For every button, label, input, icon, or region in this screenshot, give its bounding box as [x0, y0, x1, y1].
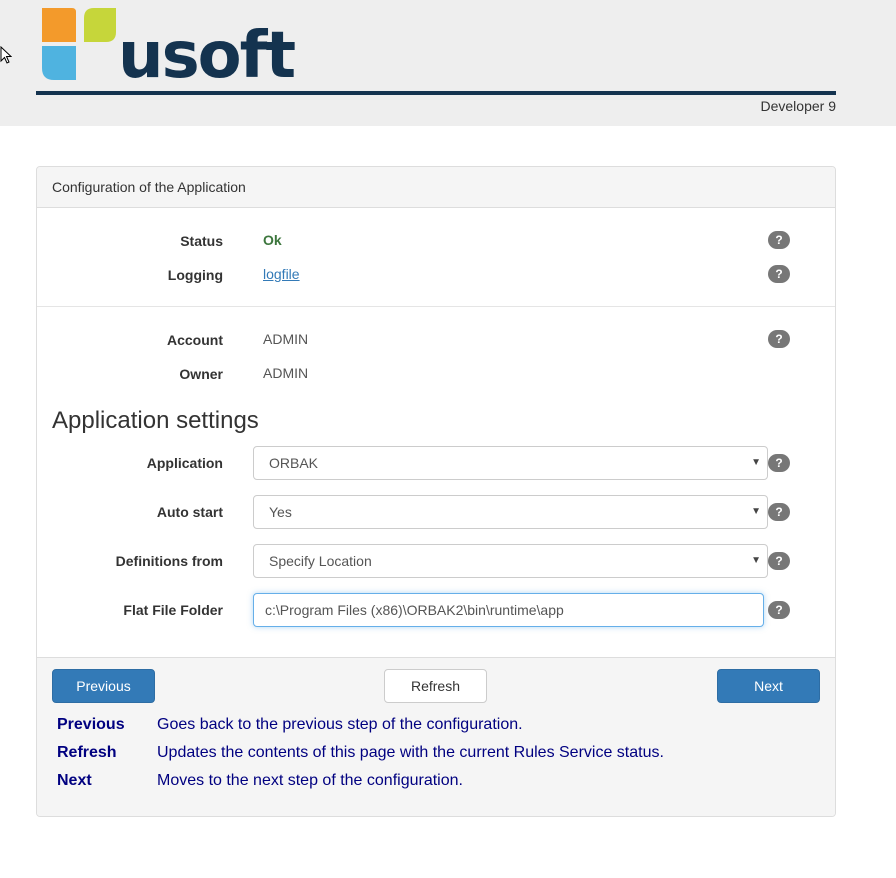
- autostart-select-value: Yes: [269, 504, 292, 520]
- status-value: Ok: [263, 232, 282, 248]
- owner-value: ADMIN: [263, 365, 309, 381]
- help-icon[interactable]: ?: [768, 601, 790, 619]
- divider: [37, 306, 835, 307]
- definitions-row: Definitions from Specify Location ▼ ?: [37, 544, 835, 578]
- status-row: Status Ok ?: [37, 224, 835, 258]
- autostart-select[interactable]: Yes ▼: [253, 495, 768, 529]
- header: usoft Developer 9: [0, 0, 896, 126]
- application-row: Application ORBAK ▼ ?: [37, 446, 835, 480]
- status-label: Status: [180, 233, 223, 249]
- account-label: Account: [167, 332, 223, 348]
- logo-mark: [42, 8, 116, 80]
- panel-title: Configuration of the Application: [37, 167, 835, 208]
- help-icon[interactable]: ?: [768, 330, 790, 348]
- help-desc: Moves to the next step of the configurat…: [157, 772, 463, 789]
- caret-down-icon: ▼: [751, 506, 761, 517]
- help-term: Refresh: [57, 744, 117, 761]
- refresh-button[interactable]: Refresh: [384, 669, 487, 703]
- application-select[interactable]: ORBAK ▼: [253, 446, 768, 480]
- section-title: Application settings: [52, 407, 259, 434]
- logging-row: Logging logfile ?: [37, 258, 835, 292]
- caret-down-icon: ▼: [751, 555, 761, 566]
- usoft-logo: usoft: [40, 6, 296, 88]
- header-rule: [36, 91, 836, 95]
- help-term: Previous: [57, 716, 125, 733]
- mouse-pointer-icon: [0, 46, 12, 64]
- application-label: Application: [146, 455, 223, 471]
- help-desc: Goes back to the previous step of the co…: [157, 716, 523, 733]
- help-icon[interactable]: ?: [768, 503, 790, 521]
- configuration-panel: Configuration of the Application Status …: [36, 166, 836, 817]
- help-icon[interactable]: ?: [768, 231, 790, 249]
- owner-label: Owner: [179, 366, 223, 382]
- next-button[interactable]: Next: [717, 669, 820, 703]
- flatfile-row: Flat File Folder c:\Program Files (x86)\…: [37, 593, 835, 627]
- autostart-label: Auto start: [156, 504, 223, 520]
- logo-wordmark: usoft: [118, 19, 296, 93]
- autostart-row: Auto start Yes ▼ ?: [37, 495, 835, 529]
- application-select-value: ORBAK: [269, 455, 319, 471]
- help-desc: Updates the contents of this page with t…: [157, 744, 664, 761]
- help-term: Next: [57, 772, 92, 789]
- definitions-select[interactable]: Specify Location ▼: [253, 544, 768, 578]
- help-icon[interactable]: ?: [768, 265, 790, 283]
- account-value: ADMIN: [263, 331, 309, 347]
- caret-down-icon: ▼: [751, 457, 761, 468]
- owner-row: Owner ADMIN: [37, 357, 835, 391]
- previous-button[interactable]: Previous: [52, 669, 155, 703]
- definitions-label: Definitions from: [115, 553, 223, 569]
- logging-label: Logging: [167, 267, 223, 283]
- version-label: Developer 9: [760, 98, 837, 114]
- account-row: Account ADMIN ?: [37, 323, 835, 357]
- logfile-link[interactable]: logfile: [263, 266, 300, 282]
- flatfile-input[interactable]: c:\Program Files (x86)\ORBAK2\bin\runtim…: [253, 593, 764, 627]
- panel-footer: Previous Refresh Next Previous Goes back…: [37, 657, 835, 816]
- help-icon[interactable]: ?: [768, 552, 790, 570]
- flatfile-label: Flat File Folder: [123, 602, 223, 618]
- help-icon[interactable]: ?: [768, 454, 790, 472]
- definitions-select-value: Specify Location: [269, 553, 372, 569]
